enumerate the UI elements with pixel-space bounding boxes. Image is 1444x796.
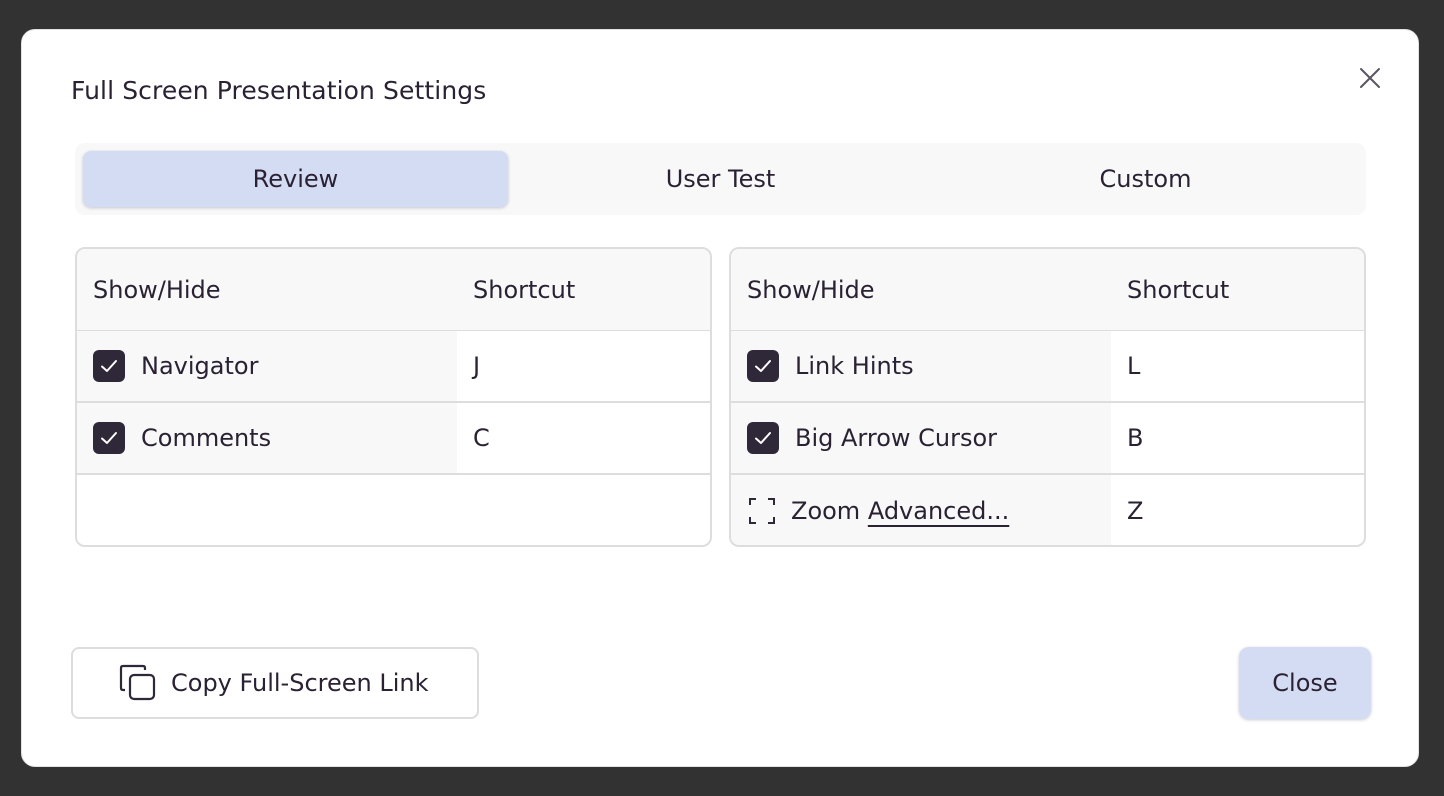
table-row: Comments C — [77, 403, 710, 475]
check-icon — [755, 432, 771, 444]
navigator-checkbox[interactable] — [93, 350, 125, 382]
table-row: Zoom Advanced... Z — [731, 475, 1364, 545]
zoom-label: Zoom — [791, 497, 861, 525]
dialog-title: Full Screen Presentation Settings — [71, 76, 487, 105]
copy-button-label: Copy Full-Screen Link — [171, 669, 429, 697]
check-icon — [101, 360, 117, 372]
settings-dialog: Full Screen Presentation Settings Review… — [21, 29, 1419, 767]
tab-review[interactable]: Review — [83, 151, 508, 207]
table-row: Navigator J — [77, 331, 710, 403]
header-show-hide: Show/Hide — [93, 275, 221, 304]
row-label: Big Arrow Cursor — [795, 424, 998, 452]
table-header: Show/Hide Shortcut — [731, 249, 1364, 331]
empty-row — [77, 475, 710, 545]
tab-user-test[interactable]: User Test — [508, 151, 933, 207]
zoom-advanced-link[interactable]: Advanced... — [868, 497, 1009, 525]
table-row: Link Hints L — [731, 331, 1364, 403]
row-label: Comments — [141, 424, 272, 452]
header-show-hide: Show/Hide — [747, 275, 875, 304]
table-row: Big Arrow Cursor B — [731, 403, 1364, 475]
check-icon — [755, 360, 771, 372]
check-icon — [101, 432, 117, 444]
row-shortcut: L — [1111, 331, 1364, 401]
close-button[interactable]: Close — [1239, 647, 1371, 719]
row-label: Zoom Advanced... — [791, 497, 1009, 525]
table-header: Show/Hide Shortcut — [77, 249, 710, 331]
comments-checkbox[interactable] — [93, 422, 125, 454]
row-label: Link Hints — [795, 352, 914, 380]
header-shortcut: Shortcut — [1127, 275, 1230, 304]
close-icon[interactable] — [1356, 64, 1384, 92]
copy-full-screen-link-button[interactable]: Copy Full-Screen Link — [71, 647, 479, 719]
row-shortcut: Z — [1111, 475, 1364, 545]
row-shortcut: J — [457, 331, 710, 401]
left-settings-table: Show/Hide Shortcut Navigator J Comments … — [75, 247, 712, 547]
row-label: Navigator — [141, 352, 259, 380]
copy-icon — [119, 664, 156, 701]
row-shortcut: B — [1111, 403, 1364, 473]
row-shortcut: C — [457, 403, 710, 473]
link-hints-checkbox[interactable] — [747, 350, 779, 382]
dashed-checkbox-icon[interactable] — [749, 498, 775, 524]
tab-custom[interactable]: Custom — [933, 151, 1358, 207]
big-arrow-cursor-checkbox[interactable] — [747, 422, 779, 454]
right-settings-table: Show/Hide Shortcut Link Hints L Big Arro… — [729, 247, 1366, 547]
header-shortcut: Shortcut — [473, 275, 576, 304]
preset-tabs: Review User Test Custom — [75, 143, 1366, 215]
